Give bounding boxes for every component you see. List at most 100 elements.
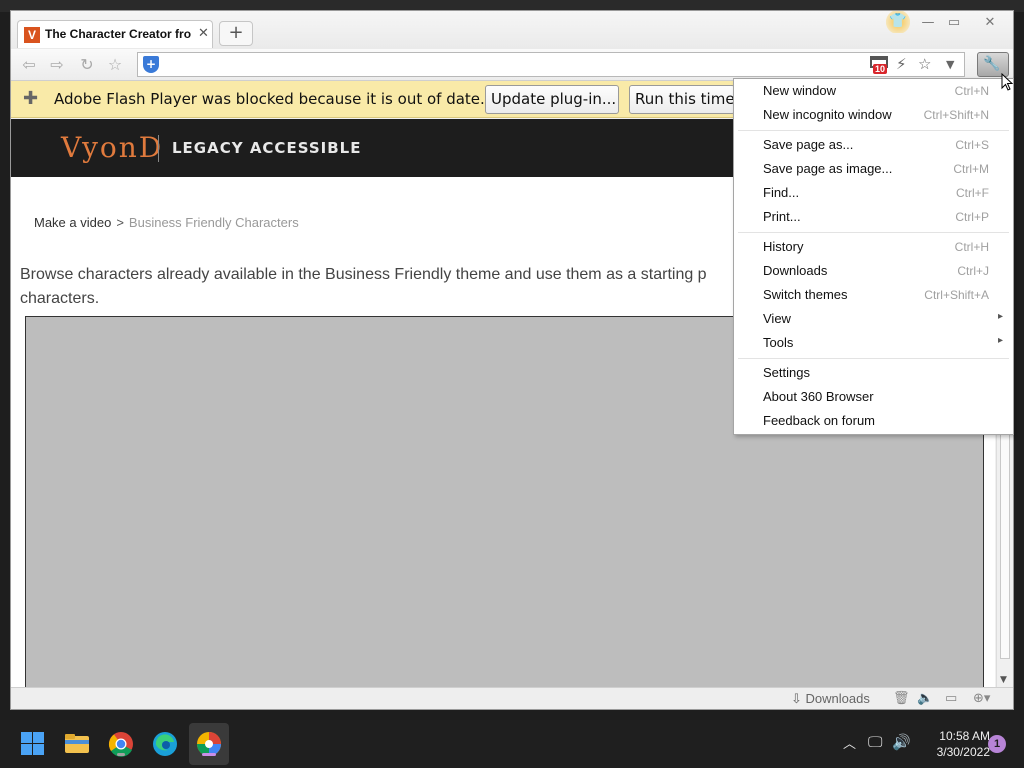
menu-item-find[interactable]: Find... Ctrl+F	[734, 181, 1013, 205]
menu-item-downloads[interactable]: Downloads Ctrl+J	[734, 259, 1013, 283]
minimize-icon[interactable]: —	[919, 14, 937, 32]
intro-line-2: characters.	[20, 290, 100, 307]
screen-icon[interactable]: ▭	[945, 691, 957, 706]
menu-item-switch-themes[interactable]: Switch themes Ctrl+Shift+A	[734, 283, 1013, 307]
update-plugin-button[interactable]: Update plug-in...	[485, 85, 619, 114]
maximize-icon[interactable]: ▭	[945, 14, 963, 32]
run-this-time-button[interactable]: Run this time	[629, 85, 735, 114]
status-bar: ⇩ Downloads 🗑 🔈 ▭ ⊕▾	[11, 687, 1013, 709]
taskbar: ︿ 🖵 🔊 10:58 AM 3/30/2022 1	[0, 720, 1024, 768]
new-tab-button[interactable]: +	[219, 21, 253, 46]
menu-item-settings[interactable]: Settings	[734, 361, 1013, 385]
menu-item-new-window[interactable]: New window Ctrl+N	[734, 79, 1013, 103]
file-explorer-icon[interactable]	[64, 731, 90, 757]
browser-main-menu: New window Ctrl+N New incognito window Ctr…	[733, 78, 1014, 435]
breadcrumb-separator: >	[116, 215, 124, 230]
trash-icon[interactable]: 🗑	[893, 691, 910, 706]
flash-blocked-message: Adobe Flash Player was blocked because i…	[54, 90, 485, 108]
download-tray-icon: ⇩	[791, 691, 806, 706]
menu-shortcut: Ctrl+N	[954, 84, 989, 98]
menu-label: Save page as...	[763, 137, 854, 152]
menu-item-new-incognito-window[interactable]: New incognito window Ctrl+Shift+N	[734, 103, 1013, 127]
calendar-badge-icon[interactable]: 10	[870, 56, 890, 74]
menu-shortcut: Ctrl+S	[955, 138, 989, 152]
system-clock[interactable]: 10:58 AM 3/30/2022	[918, 728, 990, 760]
menu-item-save-page-as-image[interactable]: Save page as image... Ctrl+M	[734, 157, 1013, 181]
clock-date: 3/30/2022	[936, 745, 990, 759]
address-dropdown-icon[interactable]: ▼	[946, 58, 954, 71]
menu-label: History	[763, 239, 804, 254]
menu-item-print[interactable]: Print... Ctrl+P	[734, 205, 1013, 229]
breadcrumb: Make a video > Business Friendly Character…	[34, 215, 299, 230]
address-bar[interactable]: + 10 ⚡ ☆ ▼	[137, 52, 965, 77]
edge-icon[interactable]	[152, 731, 178, 757]
flash-bolt-icon[interactable]: ⚡	[896, 55, 907, 73]
menu-label: Tools	[763, 335, 794, 350]
menu-shortcut: Ctrl+J	[957, 264, 989, 278]
network-icon[interactable]: 🖵	[868, 733, 882, 751]
breadcrumb-current: Business Friendly Characters	[128, 215, 299, 230]
menu-shortcut: Ctrl+F	[956, 186, 989, 200]
calendar-badge-count: 10	[873, 64, 888, 74]
tab-active[interactable]: V The Character Creator fro ✕	[17, 20, 213, 48]
header-divider	[158, 135, 159, 162]
menu-shortcut: Ctrl+P	[955, 210, 989, 224]
menu-label: Save page as image...	[763, 161, 893, 176]
menu-item-save-page-as[interactable]: Save page as... Ctrl+S	[734, 133, 1013, 157]
bookmark-star-icon[interactable]: ☆	[918, 55, 931, 73]
menu-shortcut: Ctrl+M	[953, 162, 989, 176]
header-tagline: LEGACY ACCESSIBLE	[172, 139, 362, 157]
menu-separator	[738, 130, 1009, 131]
scroll-down-icon[interactable]: ▼	[1000, 675, 1007, 685]
menu-label: About 360 Browser	[763, 389, 874, 404]
menu-label: Find...	[763, 185, 800, 200]
menu-label: Downloads	[763, 263, 828, 278]
tab-strip: V The Character Creator fro ✕ + 👕 — ▭ ✕	[11, 11, 1013, 49]
zoom-icon[interactable]: ⊕▾	[973, 691, 990, 706]
menu-label: Switch themes	[763, 287, 848, 302]
volume-icon[interactable]: 🔊	[892, 733, 911, 751]
close-window-icon[interactable]: ✕	[981, 14, 999, 32]
submenu-arrow-icon: ▸	[997, 335, 1003, 346]
security-shield-icon: +	[143, 56, 159, 73]
menu-item-about[interactable]: About 360 Browser	[734, 385, 1013, 409]
running-indicator	[117, 753, 125, 756]
360-browser-icon[interactable]	[196, 731, 222, 757]
menu-separator	[738, 358, 1009, 359]
skin-shirt-icon[interactable]: 👕	[885, 11, 911, 33]
menu-shortcut: Ctrl+H	[954, 240, 989, 254]
menu-item-feedback[interactable]: Feedback on forum	[734, 409, 1013, 433]
status-downloads-button[interactable]: ⇩ Downloads	[791, 691, 870, 707]
submenu-arrow-icon: ▸	[997, 311, 1003, 322]
forward-icon[interactable]: ⇨	[47, 55, 67, 75]
puzzle-plugin-icon: ✚	[23, 88, 39, 109]
menu-label: Feedback on forum	[763, 413, 876, 428]
clock-time: 10:58 AM	[939, 729, 990, 743]
navigation-bar: ⇦ ⇨ ↻ ☆ + 10 ⚡ ☆ ▼ 🔧▼	[11, 49, 1013, 93]
menu-shortcut: Ctrl+Shift+N	[923, 108, 989, 122]
menu-label: Print...	[763, 209, 801, 224]
notification-badge[interactable]: 1	[988, 735, 1006, 753]
menu-separator	[738, 232, 1009, 233]
windows-start-icon[interactable]	[20, 731, 46, 757]
mouse-cursor-icon	[1001, 73, 1013, 91]
menu-label: New window	[763, 83, 836, 98]
back-icon[interactable]: ⇦	[19, 55, 39, 75]
menu-item-view[interactable]: View ▸	[734, 307, 1013, 331]
menu-label: New incognito window	[763, 107, 892, 122]
intro-line-1: Browse characters already available in t…	[20, 266, 707, 283]
speaker-icon[interactable]: 🔈	[917, 691, 933, 706]
menu-label: Settings	[763, 365, 810, 380]
menu-item-tools[interactable]: Tools ▸	[734, 331, 1013, 355]
breadcrumb-make-a-video[interactable]: Make a video	[34, 215, 111, 230]
reload-icon[interactable]: ↻	[77, 55, 97, 75]
tab-close-icon[interactable]: ✕	[198, 26, 209, 41]
tab-title: The Character Creator fro	[45, 27, 192, 41]
active-indicator	[202, 753, 216, 756]
chrome-icon[interactable]	[108, 731, 134, 757]
chevron-up-icon[interactable]: ︿	[843, 733, 856, 752]
favorite-star-icon[interactable]: ☆	[105, 55, 125, 75]
menu-shortcut: Ctrl+Shift+A	[924, 288, 989, 302]
vyond-logo[interactable]: VyonD	[61, 131, 163, 164]
menu-item-history[interactable]: History Ctrl+H	[734, 235, 1013, 259]
